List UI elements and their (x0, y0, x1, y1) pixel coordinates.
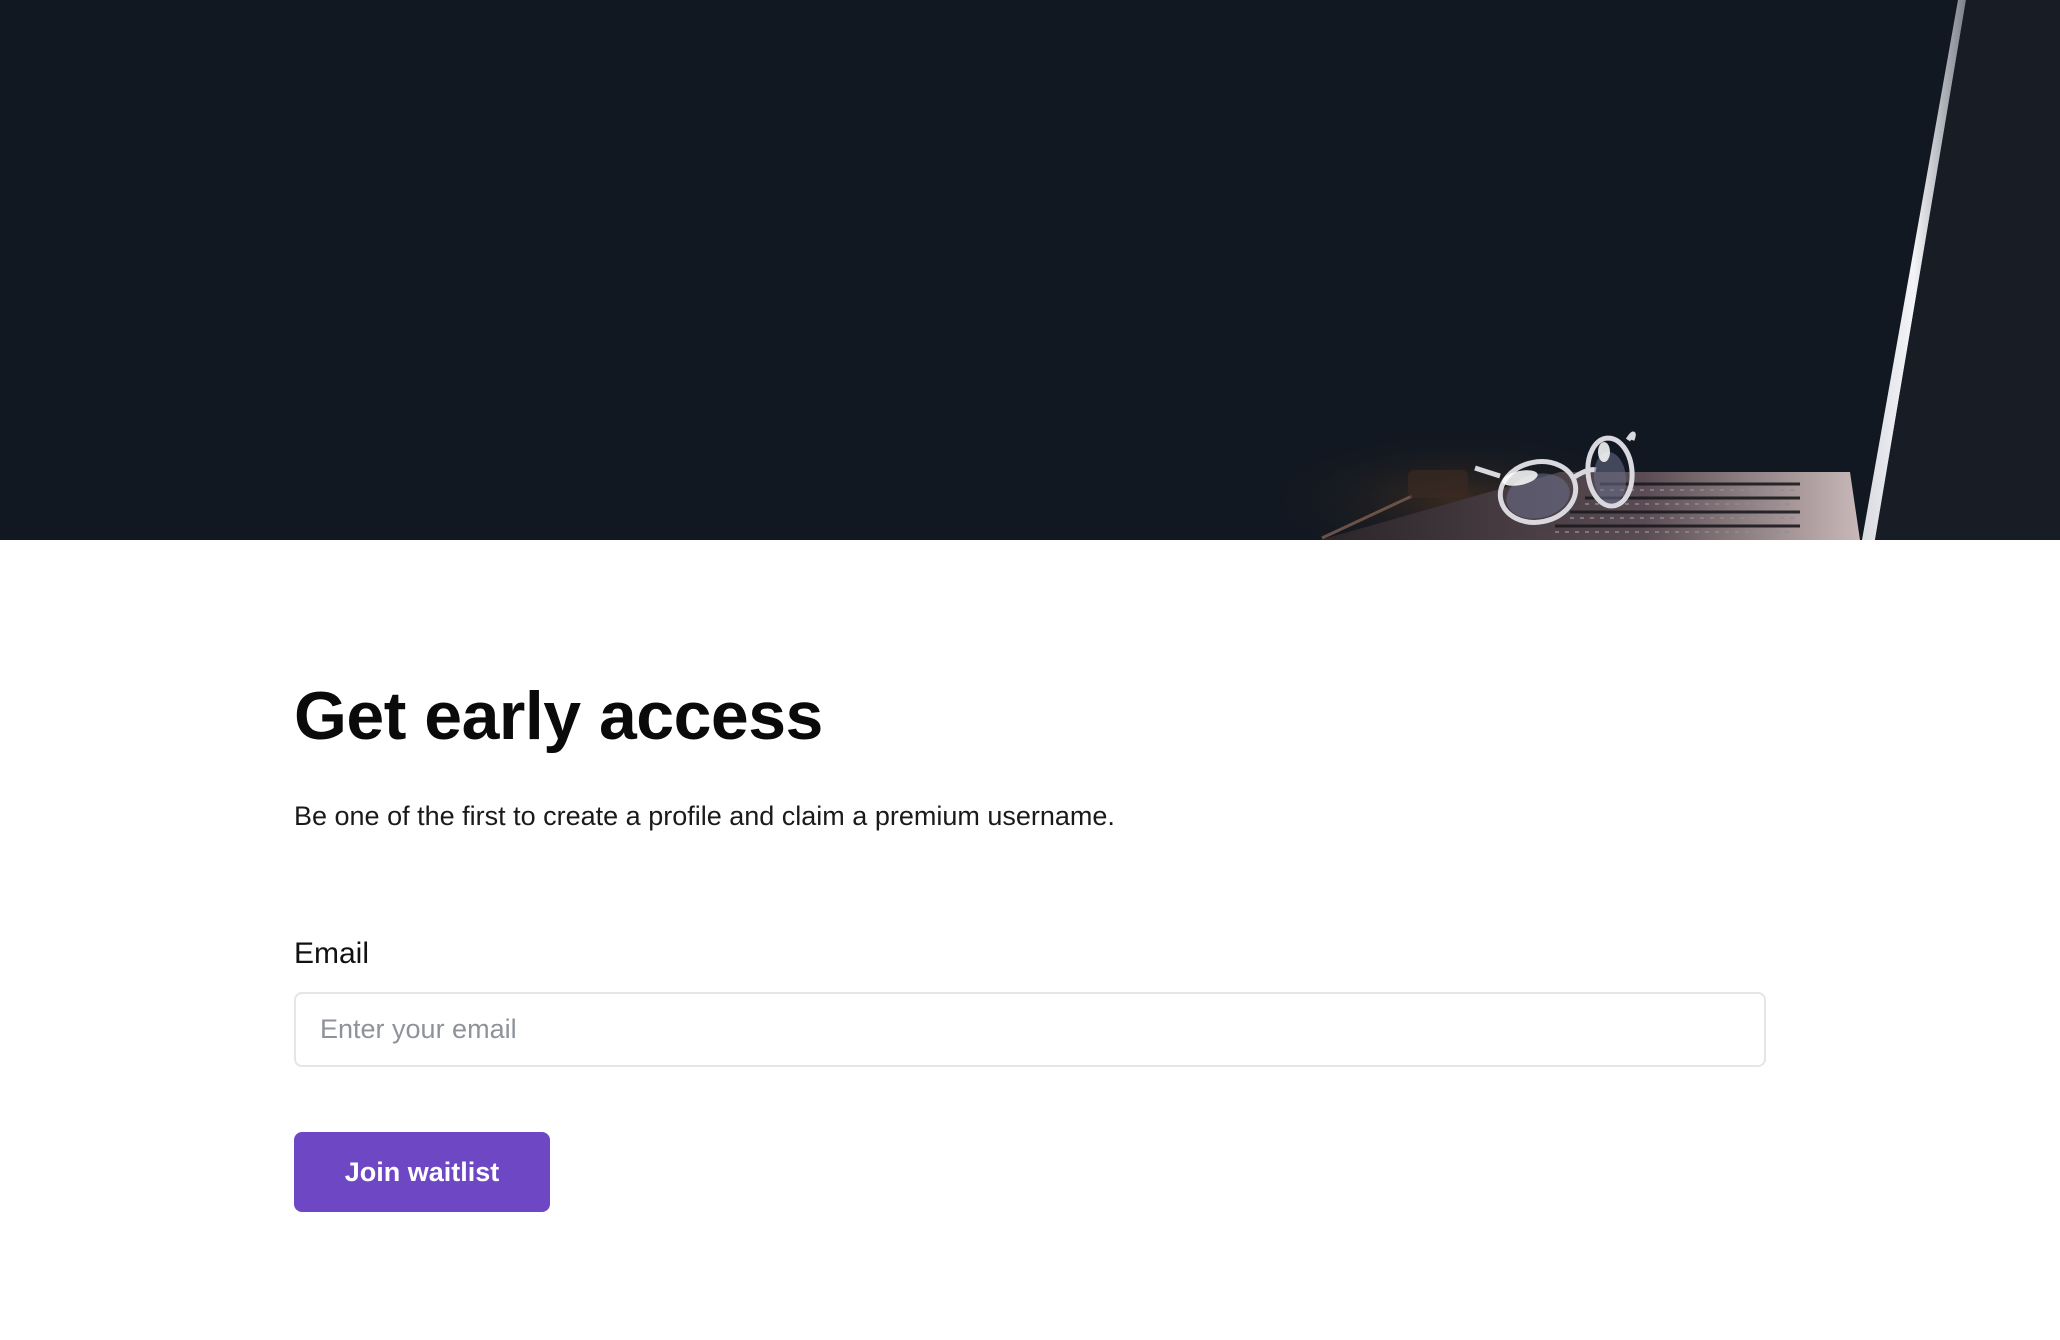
hero-photo (1260, 0, 2060, 540)
email-label: Email (294, 937, 370, 970)
email-field[interactable] (294, 992, 1766, 1067)
page-title: Get early access (294, 678, 823, 754)
hero-banner (0, 0, 2060, 540)
page-subtitle: Be one of the first to create a profile … (294, 801, 1115, 831)
join-waitlist-button[interactable]: Join waitlist (294, 1132, 550, 1212)
